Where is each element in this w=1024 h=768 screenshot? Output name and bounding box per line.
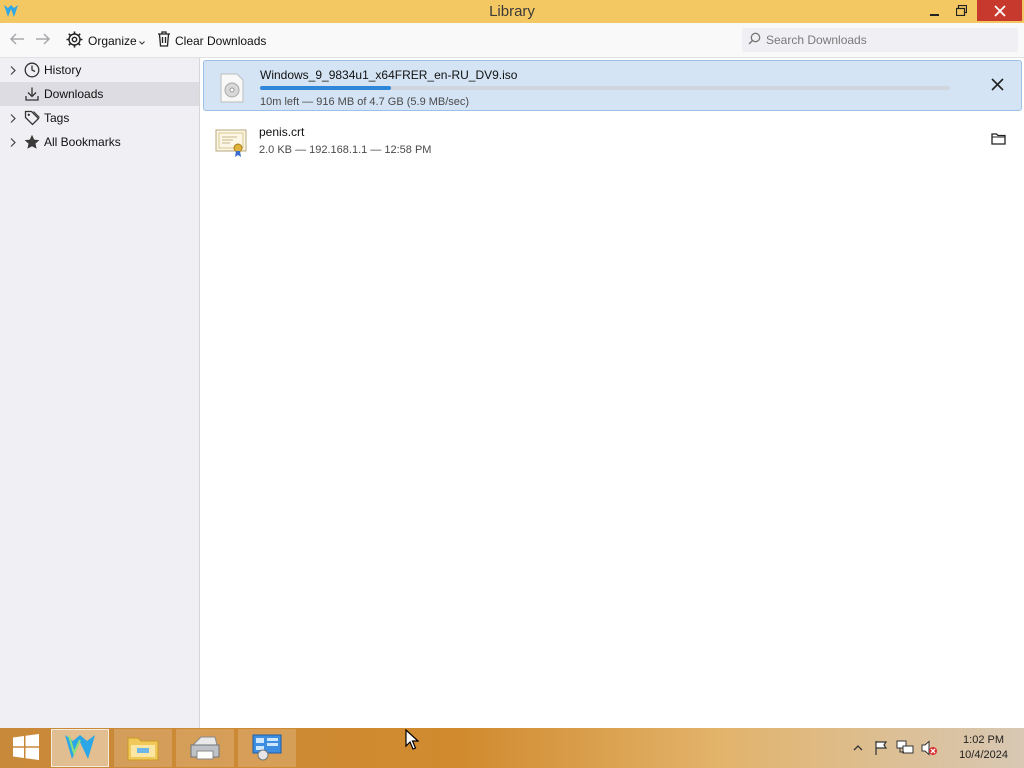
trash-icon	[157, 31, 171, 50]
show-in-folder-button[interactable]	[988, 130, 1008, 150]
downloads-list: Windows_9_9834u1_x64FRER_en-RU_DV9.iso 1…	[201, 58, 1024, 728]
taskbar-waterfox[interactable]	[51, 729, 109, 767]
organize-button[interactable]: Organize	[66, 23, 145, 58]
sidebar-item-label: Tags	[44, 111, 70, 125]
waterfox-icon	[63, 733, 97, 764]
toolbar: Organize Clear Downloads Search Download…	[0, 23, 1024, 58]
clear-downloads-button[interactable]: Clear Downloads	[157, 23, 266, 58]
chevron-right-icon[interactable]	[6, 113, 20, 123]
chevron-down-icon	[138, 34, 145, 48]
volume-muted-icon[interactable]	[920, 739, 938, 757]
show-hidden-icons-icon[interactable]	[849, 739, 867, 757]
restore-button[interactable]	[948, 0, 975, 21]
sidebar-item-label: All Bookmarks	[44, 135, 121, 149]
search-icon	[748, 32, 761, 48]
back-button[interactable]	[6, 23, 28, 58]
chevron-right-icon[interactable]	[6, 137, 20, 147]
taskbar-printer[interactable]	[176, 729, 234, 767]
close-button[interactable]	[977, 0, 1022, 21]
file-explorer-icon	[127, 733, 159, 764]
certificate-icon	[215, 126, 247, 158]
star-icon	[23, 133, 41, 151]
chevron-right-icon[interactable]	[6, 65, 20, 75]
arrow-right-icon	[35, 32, 51, 49]
control-panel-icon	[251, 733, 283, 764]
download-progress-bar	[260, 86, 950, 90]
download-status: 10m left — 916 MB of 4.7 GB (5.9 MB/sec)	[260, 96, 470, 108]
close-icon	[990, 78, 1004, 94]
search-input[interactable]: Search Downloads	[742, 28, 1018, 52]
download-icon	[23, 85, 41, 103]
tag-icon	[23, 109, 41, 127]
forward-button[interactable]	[32, 23, 54, 58]
network-icon[interactable]	[896, 739, 914, 757]
taskbar-control-panel[interactable]	[238, 729, 296, 767]
mouse-cursor-icon	[405, 728, 420, 754]
folder-icon	[990, 132, 1006, 148]
sidebar-item-label: Downloads	[44, 87, 104, 101]
minimize-button[interactable]	[922, 0, 948, 21]
clock-date: 10/4/2024	[959, 749, 1008, 761]
sidebar-item-downloads[interactable]: Downloads	[0, 82, 199, 106]
sidebar-item-label: History	[44, 63, 82, 77]
organize-label: Organize	[88, 33, 137, 48]
download-filename: Windows_9_9834u1_x64FRER_en-RU_DV9.iso	[260, 68, 518, 82]
download-item[interactable]: penis.crt 2.0 KB — 192.168.1.1 — 12:58 P…	[203, 114, 1022, 165]
sidebar-item-tags[interactable]: Tags	[0, 106, 199, 130]
download-item[interactable]: Windows_9_9834u1_x64FRER_en-RU_DV9.iso 1…	[203, 60, 1022, 111]
sidebar-item-all-bookmarks[interactable]: All Bookmarks	[0, 130, 199, 154]
taskbar-file-explorer[interactable]	[114, 729, 172, 767]
clock-time: 1:02 PM	[963, 734, 1005, 746]
windows-logo-icon	[12, 733, 40, 763]
action-center-flag-icon[interactable]	[872, 739, 890, 757]
sidebar: History Downloads Tags All Bookmarks	[0, 58, 200, 728]
download-status: 2.0 KB — 192.168.1.1 — 12:58 PM	[259, 144, 432, 156]
disc-image-icon	[216, 72, 248, 104]
sidebar-item-history[interactable]: History	[0, 58, 199, 82]
taskbar: 1:02 PM 10/4/2024	[0, 728, 1024, 768]
start-button[interactable]	[4, 730, 48, 766]
printer-icon	[189, 733, 221, 764]
title-bar: Library	[0, 0, 1024, 23]
arrow-left-icon	[9, 32, 25, 49]
cancel-download-button[interactable]	[987, 76, 1007, 96]
download-progress-fill	[260, 86, 392, 90]
download-filename: penis.crt	[259, 125, 305, 139]
clear-downloads-label: Clear Downloads	[175, 33, 267, 48]
taskbar-clock[interactable]: 1:02 PM 10/4/2024	[959, 733, 1008, 763]
window-title: Library	[489, 3, 535, 20]
clock-icon	[23, 61, 41, 79]
gear-icon	[66, 31, 83, 51]
search-placeholder: Search Downloads	[766, 33, 867, 47]
